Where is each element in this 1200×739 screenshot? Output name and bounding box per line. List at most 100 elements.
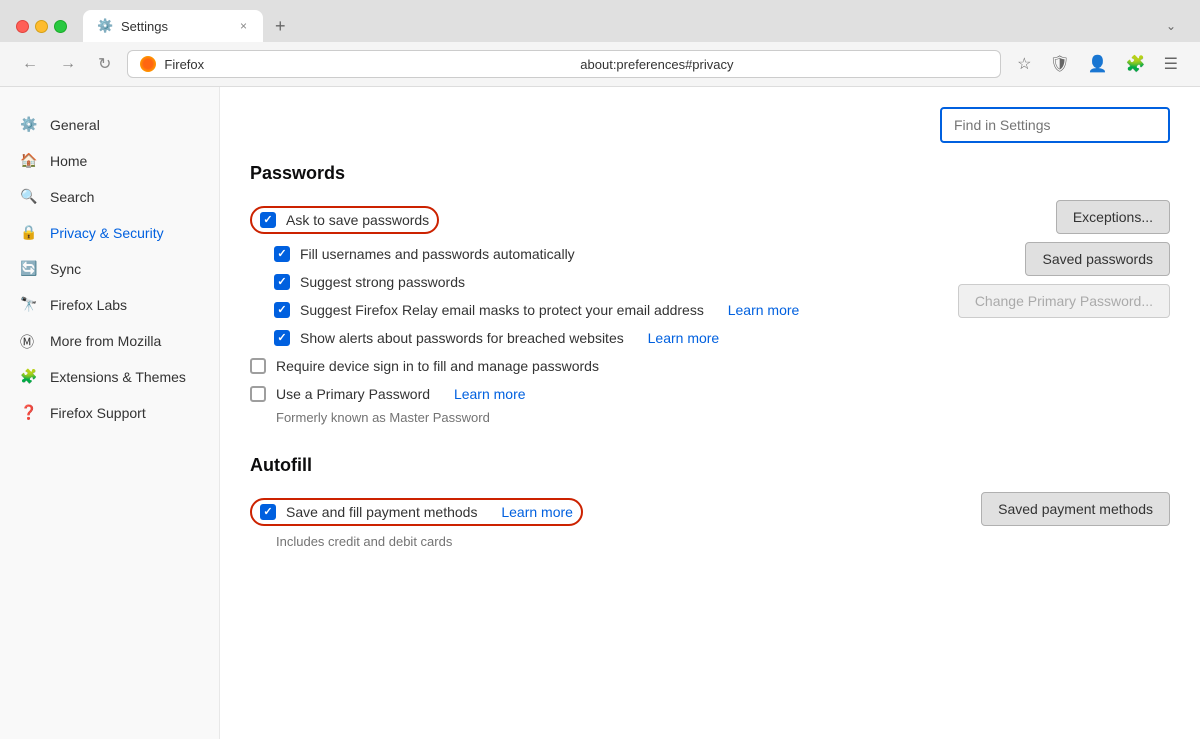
tab-chevron[interactable]: ⌄ [1158,15,1184,37]
payment-checkmark: ✓ [263,507,272,518]
sidebar-item-firefox-labs[interactable]: 🔭 Firefox Labs [0,287,219,323]
sidebar-label-mozilla: More from Mozilla [50,333,161,349]
nav-bar: ← → ↻ Firefox about:preferences#privacy … [0,42,1200,87]
settings-tab[interactable]: ⚙️ Settings × [83,10,263,42]
sidebar-label-support: Firefox Support [50,405,146,421]
sidebar-item-support[interactable]: ❓ Firefox Support [0,395,219,431]
labs-icon: 🔭 [20,296,38,314]
settings-tab-title: Settings [121,19,230,34]
ask-save-passwords-label: Ask to save passwords [286,212,429,228]
suggest-strong-row: ✓ Suggest strong passwords [250,268,918,296]
change-primary-password-button[interactable]: Change Primary Password... [958,284,1170,318]
suggest-relay-checkmark: ✓ [277,305,286,316]
browser-name: Firefox [164,57,572,72]
primary-password-checkbox[interactable] [250,386,266,402]
refresh-button[interactable]: ↻ [92,50,117,78]
privacy-icon: 🔒 [20,224,38,242]
show-alerts-label: Show alerts about passwords for breached… [300,330,624,346]
show-alerts-checkbox[interactable]: ✓ [274,330,290,346]
minimize-button[interactable] [35,20,48,33]
checkmark-icon: ✓ [263,215,272,226]
pocket-icon[interactable]: 🛡 [1044,50,1076,78]
saved-payment-methods-button[interactable]: Saved payment methods [981,492,1170,526]
passwords-buttons: Exceptions... Saved passwords Change Pri… [938,200,1170,318]
firefox-logo-icon [140,56,156,72]
save-fill-payment-label: Save and fill payment methods [286,504,477,520]
require-device-row: Require device sign in to fill and manag… [250,352,918,380]
ask-save-passwords-row: ✓ Ask to save passwords [250,200,918,240]
address-bar[interactable]: Firefox about:preferences#privacy [127,50,1001,78]
saved-passwords-button[interactable]: Saved passwords [1025,242,1170,276]
save-fill-payment-checkbox[interactable]: ✓ [260,504,276,520]
autofill-section-row: ✓ Save and fill payment methods Learn mo… [250,492,1170,549]
sidebar-item-more-mozilla[interactable]: Ⓜ More from Mozilla [0,323,219,359]
passwords-section: Passwords ✓ Ask to save passwords [250,163,1170,425]
suggest-relay-label: Suggest Firefox Relay email masks to pro… [300,302,704,318]
suggest-relay-checkbox[interactable]: ✓ [274,302,290,318]
new-tab-button[interactable]: + [267,12,294,41]
sidebar-label-sync: Sync [50,261,81,277]
autofill-checkboxes: ✓ Save and fill payment methods Learn mo… [250,492,941,549]
exceptions-button[interactable]: Exceptions... [1056,200,1170,234]
sidebar-label-extensions: Extensions & Themes [50,369,186,385]
extensions-icon[interactable]: 🧩 [1120,50,1152,78]
payment-learn-more-link[interactable]: Learn more [501,504,573,520]
alerts-learn-more-link[interactable]: Learn more [648,330,720,346]
tab-close-button[interactable]: × [238,17,249,35]
payment-includes-text: Includes credit and debit cards [250,534,941,549]
extensions-nav-icon: 🧩 [20,368,38,386]
settings-layout: ⚙️ General 🏠 Home 🔍 Search 🔒 Privacy & S… [0,87,1200,739]
sidebar: ⚙️ General 🏠 Home 🔍 Search 🔒 Privacy & S… [0,87,220,739]
page-content: ⚙️ General 🏠 Home 🔍 Search 🔒 Privacy & S… [0,87,1200,739]
traffic-lights [16,20,67,33]
nav-icons: ☆ 🛡 👤 🧩 ☰ [1011,50,1184,78]
sidebar-label-general: General [50,117,100,133]
ask-save-passwords-checkbox[interactable]: ✓ [260,212,276,228]
passwords-section-title: Passwords [250,163,1170,184]
payment-highlight: ✓ Save and fill payment methods Learn mo… [250,498,583,526]
fill-auto-label: Fill usernames and passwords automatical… [300,246,575,262]
suggest-strong-label: Suggest strong passwords [300,274,465,290]
find-bar [250,107,1170,143]
support-icon: ❓ [20,404,38,422]
suggest-strong-checkmark: ✓ [277,277,286,288]
show-alerts-row: ✓ Show alerts about passwords for breach… [250,324,918,352]
passwords-section-row: ✓ Ask to save passwords ✓ Fill u [250,200,1170,425]
bookmark-icon[interactable]: ☆ [1011,50,1037,78]
home-icon: 🏠 [20,152,38,170]
sidebar-label-home: Home [50,153,87,169]
fill-auto-checkbox[interactable]: ✓ [274,246,290,262]
sync-icon: 🔄 [20,260,38,278]
primary-password-label: Use a Primary Password [276,386,430,402]
suggest-relay-row: ✓ Suggest Firefox Relay email masks to p… [250,296,918,324]
relay-learn-more-link[interactable]: Learn more [728,302,800,318]
sidebar-item-privacy[interactable]: 🔒 Privacy & Security [0,215,219,251]
require-device-checkbox[interactable] [250,358,266,374]
sidebar-label-labs: Firefox Labs [50,297,127,313]
settings-tab-icon: ⚙️ [97,18,113,34]
search-nav-icon: 🔍 [20,188,38,206]
show-alerts-checkmark: ✓ [277,333,286,344]
sidebar-label-search: Search [50,189,94,205]
forward-button[interactable]: → [54,51,82,77]
suggest-strong-checkbox[interactable]: ✓ [274,274,290,290]
menu-icon[interactable]: ☰ [1158,50,1184,78]
back-button[interactable]: ← [16,51,44,77]
sidebar-item-general[interactable]: ⚙️ General [0,107,219,143]
save-fill-payment-row: ✓ Save and fill payment methods Learn mo… [250,492,941,532]
sidebar-item-sync[interactable]: 🔄 Sync [0,251,219,287]
sidebar-item-extensions[interactable]: 🧩 Extensions & Themes [0,359,219,395]
sidebar-item-search[interactable]: 🔍 Search [0,179,219,215]
close-button[interactable] [16,20,29,33]
find-settings-input[interactable] [940,107,1170,143]
main-content: Passwords ✓ Ask to save passwords [220,87,1200,739]
account-icon[interactable]: 👤 [1082,50,1114,78]
primary-learn-more-link[interactable]: Learn more [454,386,526,402]
tab-bar: ⚙️ Settings × + [83,10,1150,42]
autofill-buttons: Saved payment methods [961,492,1170,526]
sidebar-label-privacy: Privacy & Security [50,225,164,241]
autofill-section-title: Autofill [250,455,1170,476]
maximize-button[interactable] [54,20,67,33]
address-url: about:preferences#privacy [580,57,988,72]
sidebar-item-home[interactable]: 🏠 Home [0,143,219,179]
